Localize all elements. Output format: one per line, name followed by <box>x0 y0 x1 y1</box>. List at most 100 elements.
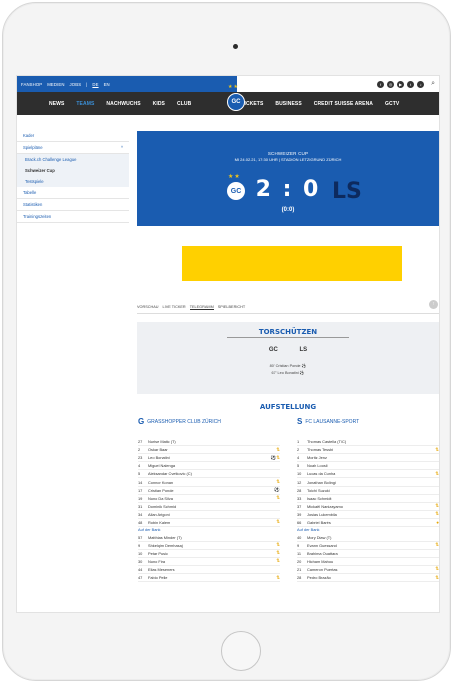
search-icon[interactable]: ⌕ <box>431 80 435 88</box>
nav-news[interactable]: NEWS <box>49 101 64 107</box>
sidebar-item-spielplaene[interactable]: Spielpläne ^ <box>17 142 129 154</box>
nav-gctv[interactable]: GCTV <box>385 101 399 107</box>
lang-en-link[interactable]: EN <box>104 82 110 87</box>
player-row: 12 Jonathan Bolingi <box>297 478 439 487</box>
player-number: 34 <box>138 511 143 517</box>
player-name[interactable]: Elias Meseners <box>148 567 262 572</box>
sidebar-item-challenge-league[interactable]: Brack.ch Challenge League <box>17 154 129 165</box>
tab-telegramm[interactable]: TELEGRAMM <box>189 305 214 310</box>
nav-kids[interactable]: KIDS <box>153 101 165 107</box>
player-row: 2 Thomas Tessbi ⇅ <box>297 446 439 455</box>
player-row: 30 Nuno Fira ⇅ <box>138 558 280 566</box>
player-event-icon: ⇅ <box>276 558 280 564</box>
tab-live-ticker[interactable]: LIVE TICKER <box>163 305 186 309</box>
nav-business[interactable]: BUSINESS <box>275 101 301 107</box>
player-name[interactable]: Toichi Suzuki <box>307 488 421 493</box>
player-row: 17 Cristian Ponde ⚽ <box>138 487 280 495</box>
player-name[interactable]: Fabio Pelle <box>148 575 262 580</box>
jobs-link[interactable]: JOBS <box>70 82 82 87</box>
player-name[interactable]: Moritz Jenz <box>307 455 421 460</box>
sidebar-item-tabelle[interactable]: Tabelle <box>17 187 129 199</box>
player-name[interactable]: Mory Diaw (T) <box>307 535 421 540</box>
player-name[interactable]: Cristian Ponde <box>148 488 262 493</box>
player-name[interactable]: Thomas Tessbi <box>307 447 421 452</box>
scorers-panel: TORSCHÜTZEN GC LS 80' Cristian Ponde ⚽ 6… <box>137 322 439 394</box>
player-number: 12 <box>297 479 302 485</box>
player-event-icon: ⇅ <box>435 542 439 548</box>
player-name[interactable]: Brahima Ouattara <box>307 551 421 556</box>
player-number: 30 <box>138 558 143 564</box>
player-event-icon: ⇅ <box>276 446 280 452</box>
player-name[interactable]: Matthias Minder (T) <box>148 535 262 540</box>
sidebar-submenu: Brack.ch Challenge League Schweizer Cup … <box>17 154 129 187</box>
player-name[interactable]: Jonathan Bolingi <box>307 480 421 485</box>
player-name[interactable]: Noah Loosli <box>307 463 421 468</box>
sidebar-item-trainingszeiten[interactable]: Trainingszeiten <box>17 211 129 223</box>
player-name[interactable]: Connor Konan <box>148 480 262 485</box>
medien-link[interactable]: MEDIEN <box>47 82 64 87</box>
player-name[interactable]: Oskar Baar <box>148 447 262 452</box>
player-event-icon: ⇅ <box>435 574 439 580</box>
player-row: 57 Matthias Minder (T) <box>138 534 280 542</box>
player-name[interactable]: Cameron Puertas <box>307 567 421 572</box>
player-name[interactable]: Thomas Castella (T/C) <box>307 439 421 444</box>
fanshop-link[interactable]: FANSHOP <box>21 82 42 87</box>
player-name[interactable]: Miguel Nalenga <box>148 463 262 468</box>
tab-vorschau[interactable]: VORSCHAU <box>137 305 159 309</box>
player-row: 11 Brahima Ouattara <box>297 550 439 558</box>
youtube-icon[interactable]: ▶ <box>397 80 405 88</box>
player-name[interactable]: Leo Bonatini <box>148 455 262 460</box>
twitter-icon[interactable]: t <box>407 80 415 88</box>
player-name[interactable]: Nuno Fira <box>148 559 262 564</box>
player-name[interactable]: Nuno Da Silva <box>148 496 262 501</box>
player-name[interactable]: Isaac Schmidt <box>307 496 421 501</box>
player-number: 23 <box>138 455 143 461</box>
sidebar-item-kader[interactable]: Kader <box>17 130 129 142</box>
player-name[interactable]: Allan Arigoni <box>148 512 262 517</box>
player-name[interactable]: Petar Pusic <box>148 551 262 556</box>
player-name[interactable]: Nurise Matic (T) <box>148 439 262 444</box>
player-name[interactable]: Lucas da Cunha <box>307 471 421 476</box>
player-row: 66 Gabriel Barés ● <box>297 519 439 528</box>
camera-icon <box>233 44 238 49</box>
tab-spielbericht[interactable]: SPIELBERICHT <box>218 305 245 309</box>
browser-viewport: FANSHOP MEDIEN JOBS | DE EN f ◎ ▶ t ♪ ⌕ … <box>16 75 440 613</box>
player-name[interactable]: Robin Kalem <box>148 520 262 525</box>
sidebar-item-testspiele[interactable]: Testspiele <box>17 176 129 187</box>
player-row: 9 Shkelqim Demhasaj ⇅ <box>138 542 280 550</box>
player-event-icon: ● <box>436 519 439 525</box>
tiktok-icon[interactable]: ♪ <box>417 80 425 88</box>
instagram-icon[interactable]: ◎ <box>387 80 395 88</box>
home-button[interactable] <box>221 631 261 671</box>
player-name[interactable]: Hicham Mahou <box>307 559 421 564</box>
player-row: 5 Noah Loosli <box>297 462 439 471</box>
home-team-name: GRASSHOPPER CLUB ZÜRICH <box>147 418 221 425</box>
nav-credit-suisse-arena[interactable]: CREDIT SUISSE ARENA <box>314 101 373 107</box>
player-number: 4 <box>297 455 300 461</box>
player-name[interactable]: Pedro Brazão <box>307 575 421 580</box>
sidebar-item-statistiken[interactable]: Statistiken <box>17 199 129 211</box>
lang-de-link[interactable]: DE <box>92 82 98 87</box>
player-name[interactable]: Aleksandar Cvetkovic (C) <box>148 471 262 476</box>
player-name[interactable]: Evann Guessand <box>307 543 421 548</box>
nav-club[interactable]: CLUB <box>177 101 191 107</box>
club-logo[interactable]: GC <box>227 93 245 111</box>
scroll-top-icon[interactable]: ↑ <box>429 300 438 309</box>
player-row: 28 Pedro Brazão ⇅ <box>297 574 439 583</box>
player-name[interactable]: Shkelqim Demhasaj <box>148 543 262 548</box>
player-event-icon: ⇅ <box>276 519 280 525</box>
scorer-event: 80' Cristian Ponde ⚽ <box>269 364 307 368</box>
advertisement-banner[interactable] <box>182 246 402 281</box>
player-row: 5 Aleksandar Cvetkovic (C) <box>138 470 280 479</box>
nav-nachwuchs[interactable]: NACHWUCHS <box>106 101 140 107</box>
away-team-name: FC LAUSANNE-SPORT <box>305 418 360 425</box>
player-name[interactable]: Gabriel Barés <box>307 520 421 525</box>
player-event-icon: ⚽ <box>274 487 280 493</box>
home-lineup: 27 Nurise Matic (T) 2 Oskar Baar ⇅ 23 Leo Bona… <box>138 438 280 583</box>
nav-teams[interactable]: TEAMS <box>76 101 94 107</box>
player-name[interactable]: Mickaël Nanizayamo <box>307 504 421 509</box>
player-name[interactable]: Dominik Schmid <box>148 504 262 509</box>
sidebar-item-schweizer-cup[interactable]: Schweizer Cup <box>17 165 129 176</box>
player-name[interactable]: Josias Lukembila <box>307 512 421 517</box>
facebook-icon[interactable]: f <box>377 80 385 88</box>
